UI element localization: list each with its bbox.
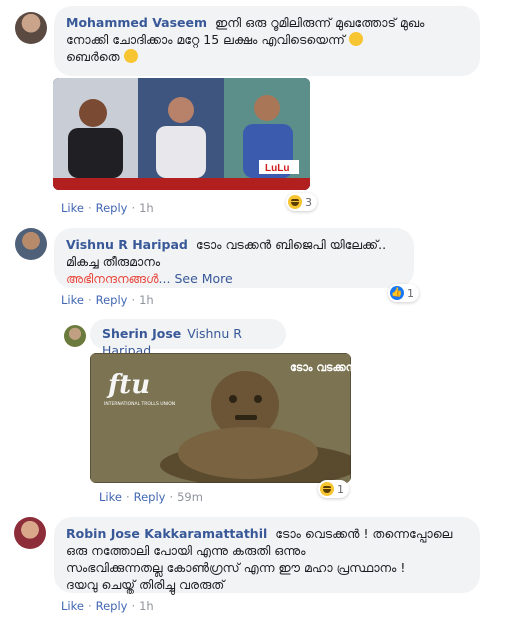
reaction-count[interactable]: 👍 1: [388, 284, 419, 302]
comment-actions: Like · Reply · 1h: [61, 201, 154, 215]
reaction-count-label: 1: [407, 286, 414, 300]
comment-text: മികച്ച തീരുമാനം: [66, 254, 161, 269]
reply-button[interactable]: Reply: [134, 490, 166, 504]
avatar[interactable]: [64, 325, 86, 347]
timestamp[interactable]: 1h: [139, 201, 154, 215]
avatar[interactable]: [15, 228, 47, 260]
image-logo: ftu: [106, 370, 150, 400]
haha-reaction-icon: [320, 482, 334, 496]
comment-text: സംഭവിക്കുന്നതല്ല കോൺഗ്രസ് എന്ന ഈ മഹാ പ്ര…: [66, 560, 406, 575]
comment-text: ടോം വെടക്കൻ ! തന്നെപ്പോലെ: [275, 526, 453, 541]
comment-author[interactable]: Robin Jose Kakkaramattathil: [66, 526, 267, 541]
reaction-count[interactable]: 3: [286, 193, 317, 211]
comment-bubble: Vishnu R Haripad ടോം വടക്കൻ ബിജെപി യിലേക…: [54, 228, 414, 288]
like-button[interactable]: Like: [61, 599, 84, 613]
comment-actions: Like · Reply · 1h: [61, 599, 154, 613]
avatar[interactable]: [15, 12, 47, 44]
comment-author[interactable]: Sherin Jose: [102, 326, 181, 341]
troll-meme-image: ടോം വടക്കൻ ftu INTERNATIONAL TROLLS UNIO…: [90, 353, 351, 483]
reply-button[interactable]: Reply: [96, 201, 128, 215]
reply-button[interactable]: Reply: [96, 293, 128, 307]
comment-bubble: Robin Jose Kakkaramattathil ടോം വെടക്കൻ …: [54, 517, 480, 593]
see-more-link[interactable]: ... See More: [159, 271, 233, 286]
comment-text: നോക്കി ചോദിക്കാം മറ്റേ 15 ലക്ഷം എവിടെയെന…: [66, 32, 345, 47]
comment-text: ഇനി ഒരു റൂമിലിരുന്ന് മുഖത്തോട് മുഖം: [215, 15, 425, 30]
news-debate-image: LuLu: [53, 78, 310, 190]
image-tag: LuLu: [265, 163, 289, 174]
comment-actions: Like · Reply · 1h: [61, 293, 154, 307]
like-reaction-icon: 👍: [390, 286, 404, 300]
comment-text: ടോം വടക്കൻ ബിജെപി യിലേക്ക്..: [195, 237, 387, 252]
comment-bubble: Mohammed Vaseem ഇനി ഒരു റൂമിലിരുന്ന് മുഖ…: [54, 6, 480, 76]
like-button[interactable]: Like: [61, 201, 84, 215]
comment-text: ബെർതെ: [66, 49, 120, 64]
reply-button[interactable]: Reply: [96, 599, 128, 613]
like-button[interactable]: Like: [61, 293, 84, 307]
comment-actions: Like · Reply · 59m: [99, 490, 203, 504]
comment-bubble: Sherin Jose Vishnu R Haripad: [90, 319, 286, 358]
comment-text: ഒരു നത്തോലി പോയി എന്നു കരുതി ഒന്നും: [66, 543, 306, 558]
comment-text: ദയവു ചെയ്ത് തിരിച്ചു വരരുത്: [66, 577, 225, 592]
timestamp[interactable]: 1h: [139, 599, 154, 613]
timestamp[interactable]: 59m: [177, 490, 203, 504]
image-caption: ടോം വടക്കൻ: [290, 361, 351, 374]
avatar[interactable]: [14, 517, 46, 549]
comment-author[interactable]: Vishnu R Haripad: [66, 237, 188, 252]
smile-emoji-icon: [123, 49, 138, 63]
grin-emoji-icon: [348, 32, 363, 46]
reaction-count[interactable]: 1: [318, 480, 349, 498]
timestamp[interactable]: 1h: [139, 293, 154, 307]
comment-author[interactable]: Mohammed Vaseem: [66, 15, 207, 30]
image-logo-sub: INTERNATIONAL TROLLS UNION: [104, 401, 175, 407]
comment-text: അഭിനന്ദനങ്ങൾ: [66, 271, 159, 286]
attached-image[interactable]: ടോം വടക്കൻ ftu INTERNATIONAL TROLLS UNIO…: [90, 353, 351, 483]
like-button[interactable]: Like: [99, 490, 122, 504]
reaction-count-label: 3: [305, 195, 312, 209]
haha-reaction-icon: [288, 195, 302, 209]
attached-image[interactable]: LuLu: [53, 78, 310, 190]
reaction-count-label: 1: [337, 482, 344, 496]
